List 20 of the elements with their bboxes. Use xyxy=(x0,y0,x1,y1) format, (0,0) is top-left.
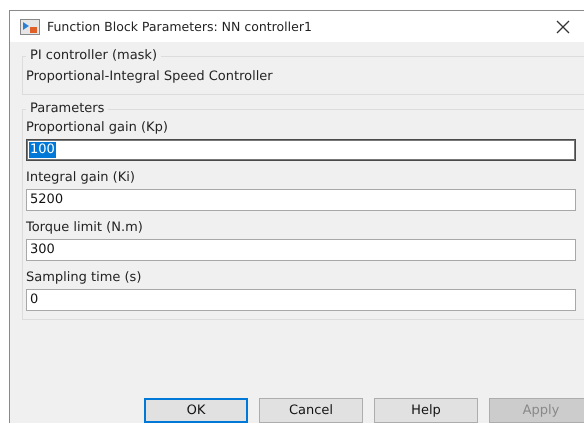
input-field[interactable]: 5200 xyxy=(26,189,576,211)
field-label: Torque limit (N.m) xyxy=(26,220,144,235)
dialog-button[interactable]: Help xyxy=(374,398,478,423)
close-icon xyxy=(556,20,570,34)
input-field[interactable]: 100 xyxy=(26,139,576,161)
input-field[interactable]: 0 xyxy=(26,289,576,311)
field-value: 0 xyxy=(29,292,40,308)
field-label: Integral gain (Ki) xyxy=(26,170,136,185)
dialog-button[interactable]: OK xyxy=(144,398,248,423)
field-label: Sampling time (s) xyxy=(26,270,142,285)
field-value: 300 xyxy=(29,242,56,258)
group-title: PI controller (mask) xyxy=(26,48,162,63)
field-label: Proportional gain (Kp) xyxy=(26,120,169,135)
window-title: Function Block Parameters: NN controller1 xyxy=(47,19,313,34)
dialog-button[interactable]: Cancel xyxy=(259,398,363,423)
input-field[interactable]: 300 xyxy=(26,239,576,261)
block-icon xyxy=(20,18,40,34)
field-value: 5200 xyxy=(29,192,64,208)
description-text: Proportional-Integral Speed Controller xyxy=(26,69,274,84)
field-value: 100 xyxy=(29,142,56,158)
